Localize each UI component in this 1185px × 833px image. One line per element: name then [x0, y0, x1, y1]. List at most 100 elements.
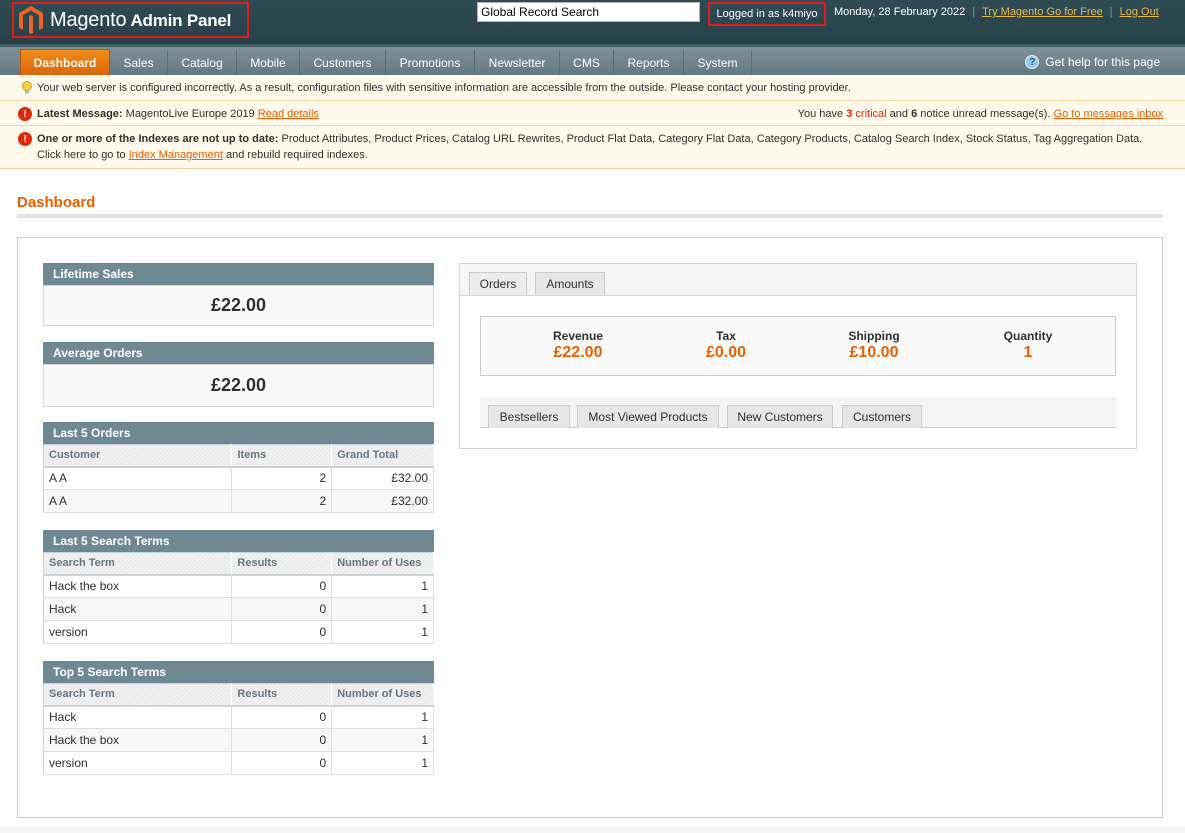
admin-header: MagentoAdmin Panel Logged in as k4miyo M…: [0, 0, 1185, 44]
total-value: £10.00: [849, 344, 899, 361]
table-row[interactable]: version 0 1: [43, 620, 434, 644]
latest-message-bar: ! Latest Message: MagentoLive Europe 201…: [0, 101, 1185, 126]
search-uses: 1: [331, 620, 434, 644]
page-title: Dashboard: [17, 194, 96, 211]
unread-post: notice unread message(s).: [920, 108, 1051, 120]
total-label: Revenue: [552, 329, 604, 343]
column-header-search-term[interactable]: Search Term: [43, 683, 233, 707]
chart-panel: Orders Amounts Revenue £22.00 Tax £0.00 …: [459, 263, 1137, 449]
order-customer: A A: [43, 466, 233, 490]
index-list: Product Attributes, Product Prices, Cata…: [281, 133, 1143, 145]
try-magento-go-link[interactable]: Try Magento Go for Free: [982, 6, 1103, 18]
index-management-link[interactable]: Index Management: [129, 149, 223, 161]
column-header-uses[interactable]: Number of Uses: [331, 552, 434, 576]
last-orders-header: Last 5 Orders: [43, 422, 434, 444]
column-header-search-term[interactable]: Search Term: [43, 552, 233, 576]
nav-catalog[interactable]: Catalog: [168, 50, 237, 76]
tab-amounts[interactable]: Amounts: [535, 272, 605, 295]
magento-logo-icon: [19, 6, 43, 34]
search-results: 0: [231, 751, 333, 775]
logged-in-user: Logged in as k4miyo: [708, 2, 826, 26]
grid-tabs: Bestsellers Most Viewed Products New Cus…: [480, 397, 1116, 428]
table-row[interactable]: Hack 0 1: [43, 705, 434, 729]
order-total: £32.00: [331, 489, 434, 513]
tab-customers[interactable]: Customers: [842, 405, 922, 428]
total-value: £0.00: [705, 344, 747, 361]
search-term: Hack: [43, 597, 233, 621]
total-label: Quantity: [1003, 329, 1053, 343]
notice-count: 6: [911, 108, 918, 120]
order-total: £32.00: [331, 466, 434, 490]
order-items: 2: [231, 466, 333, 490]
title-divider: [17, 214, 1163, 218]
and-word: and: [889, 108, 908, 120]
tab-orders[interactable]: Orders: [469, 272, 527, 295]
index-post-text: and rebuild required indexes.: [225, 149, 368, 161]
tab-most-viewed-products[interactable]: Most Viewed Products: [577, 405, 719, 428]
help-link[interactable]: ? Get help for this page: [1025, 55, 1160, 69]
table-row[interactable]: A A 2 £32.00: [43, 466, 434, 490]
read-details-link[interactable]: Read details: [258, 108, 319, 120]
totals-summary: Revenue £22.00 Tax £0.00 Shipping £10.00…: [480, 316, 1116, 376]
top-search-terms-header: Top 5 Search Terms: [43, 661, 434, 683]
search-term: version: [43, 620, 233, 644]
search-uses: 1: [331, 728, 434, 752]
total-tax: Tax £0.00: [651, 329, 801, 362]
nav-dashboard[interactable]: Dashboard: [20, 49, 110, 77]
table-row[interactable]: Hack the box 0 1: [43, 728, 434, 752]
nav-sales[interactable]: Sales: [110, 50, 168, 76]
magento-logo[interactable]: Magento Admin Panel: [12, 2, 249, 38]
search-results: 0: [231, 597, 333, 621]
index-click-text: Click here to go to: [37, 149, 126, 161]
messages-inbox-link[interactable]: Go to messages inbox: [1054, 108, 1163, 120]
footer-strip: [0, 826, 1185, 833]
top-search-terms-table: Search Term Results Number of Uses Hack …: [43, 683, 434, 775]
column-header-grand-total[interactable]: Grand Total: [331, 444, 434, 468]
table-row[interactable]: Hack 0 1: [43, 597, 434, 621]
column-header-customer[interactable]: Customer: [43, 444, 233, 468]
lightbulb-icon: [22, 81, 32, 94]
search-term: Hack the box: [43, 728, 233, 752]
column-header-results[interactable]: Results: [231, 552, 333, 576]
nav-promotions[interactable]: Promotions: [386, 50, 475, 76]
average-orders-value: £22.00: [43, 364, 434, 407]
help-label: Get help for this page: [1045, 55, 1160, 69]
tab-new-customers[interactable]: New Customers: [727, 405, 833, 428]
column-header-uses[interactable]: Number of Uses: [331, 683, 434, 707]
total-value: 1: [1023, 344, 1033, 361]
last-search-terms-table: Search Term Results Number of Uses Hack …: [43, 552, 434, 644]
search-term: Hack the box: [43, 574, 233, 598]
table-row[interactable]: Hack the box 0 1: [43, 574, 434, 598]
column-header-items[interactable]: Items: [231, 444, 333, 468]
logout-link[interactable]: Log Out: [1120, 6, 1159, 18]
total-shipping: Shipping £10.00: [799, 329, 949, 362]
error-icon: !: [18, 132, 32, 146]
nav-reports[interactable]: Reports: [614, 50, 684, 76]
global-search-input[interactable]: [477, 2, 700, 22]
nav-mobile[interactable]: Mobile: [237, 50, 300, 76]
config-warning-bar: Your web server is configured incorrectl…: [0, 75, 1185, 101]
table-row[interactable]: A A 2 £32.00: [43, 489, 434, 513]
index-warning-bar: ! One or more of the Indexes are not up …: [0, 126, 1185, 169]
nav-customers[interactable]: Customers: [300, 50, 386, 76]
column-header-results[interactable]: Results: [231, 683, 333, 707]
lifetime-sales-header: Lifetime Sales: [43, 263, 434, 285]
header-links: Monday, 28 February 2022 | Try Magento G…: [834, 6, 1159, 18]
search-uses: 1: [331, 574, 434, 598]
table-row[interactable]: version 0 1: [43, 751, 434, 775]
latest-message-text: MagentoLive Europe 2019: [125, 108, 255, 120]
unread-pre: You have: [797, 108, 844, 120]
index-warning-label: One or more of the Indexes are not up to…: [37, 133, 279, 145]
nav-newsletter[interactable]: Newsletter: [475, 50, 560, 76]
critical-word: critical: [855, 108, 887, 120]
tab-bestsellers[interactable]: Bestsellers: [488, 405, 570, 428]
search-results: 0: [231, 620, 333, 644]
last-search-terms-header: Last 5 Search Terms: [43, 530, 434, 552]
config-warning-text: Your web server is configured incorrectl…: [37, 82, 851, 94]
latest-message-label: Latest Message:: [37, 108, 123, 120]
nav-cms[interactable]: CMS: [560, 50, 614, 76]
nav-system[interactable]: System: [684, 50, 752, 76]
total-label: Tax: [716, 329, 736, 343]
lifetime-sales-value: £22.00: [43, 285, 434, 326]
total-label: Shipping: [848, 329, 900, 343]
